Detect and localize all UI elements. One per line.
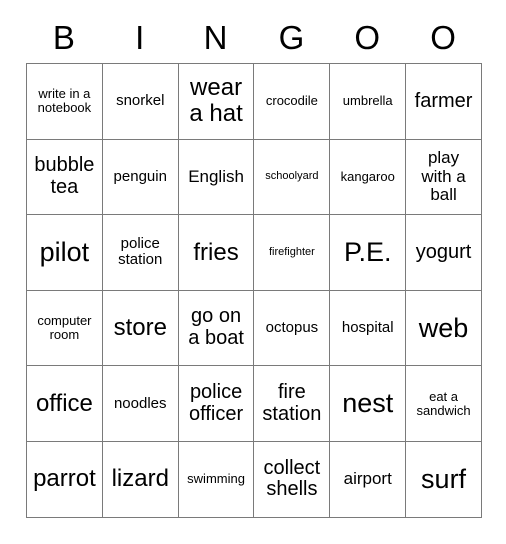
bingo-cell[interactable]: farmer <box>406 64 482 140</box>
bingo-header-letter-6: O <box>430 19 456 56</box>
bingo-cell[interactable]: web <box>406 290 482 367</box>
bingo-cell-label: yogurt <box>415 240 472 263</box>
bingo-cell[interactable]: collect shells <box>254 441 331 518</box>
bingo-cell-label: store <box>113 314 167 342</box>
bingo-cell-label: office <box>35 389 93 417</box>
bingo-cell[interactable]: store <box>102 290 179 367</box>
bingo-card: B I N G O O write in a notebook snorkel … <box>26 12 482 518</box>
bingo-cell[interactable]: penguin <box>102 139 179 216</box>
bingo-cell-label: computer room <box>37 313 92 343</box>
bingo-cell-label: bubble tea <box>34 154 95 198</box>
bingo-row: write in a notebook snorkel wear a hat c… <box>27 64 482 140</box>
bingo-cell[interactable]: noodles <box>102 366 179 442</box>
bingo-cell[interactable]: parrot <box>27 441 103 518</box>
bingo-row: pilot police station fries firefighter P… <box>27 215 482 291</box>
bingo-row: computer room store go on a boat octopus… <box>27 290 482 367</box>
bingo-cell-label: farmer <box>414 89 473 112</box>
bingo-cell[interactable]: snorkel <box>102 64 179 140</box>
bingo-cell-label: go on a boat <box>188 305 244 350</box>
bingo-cell-label: English <box>188 166 244 186</box>
bingo-cell-label: web <box>418 312 469 343</box>
bingo-header-letter-4: G <box>278 19 305 56</box>
bingo-header-row: B I N G O O <box>26 12 481 63</box>
bingo-cell[interactable]: police station <box>102 215 179 291</box>
bingo-cell[interactable]: go on a boat <box>178 290 255 367</box>
bingo-row: parrot lizard swimming collect shells ai… <box>27 441 482 518</box>
bingo-cell-label: write in a notebook <box>37 86 92 116</box>
bingo-cell[interactable]: kangaroo <box>330 139 407 216</box>
bingo-cell-label: eat a sandwich <box>416 388 471 418</box>
bingo-cell-label: lizard <box>111 465 169 493</box>
bingo-cell[interactable]: wear a hat <box>178 64 255 140</box>
bingo-cell[interactable]: crocodile <box>254 64 331 140</box>
bingo-cell-label: wear a hat <box>189 74 243 128</box>
bingo-cell[interactable]: surf <box>406 441 482 518</box>
bingo-cell[interactable]: play with a ball <box>406 139 482 216</box>
bingo-cell-label: fries <box>193 238 239 266</box>
bingo-cell[interactable]: police officer <box>178 366 255 442</box>
bingo-cell[interactable]: octopus <box>254 290 331 367</box>
bingo-cell-label: octopus <box>265 318 319 336</box>
bingo-cell[interactable]: hospital <box>330 290 407 367</box>
bingo-cell[interactable]: P.E. <box>330 215 407 291</box>
bingo-cell-label: schoolyard <box>265 169 319 182</box>
bingo-cell-label: pilot <box>39 236 90 267</box>
bingo-cell-label: airport <box>343 469 392 489</box>
bingo-cell-label: swimming <box>187 471 245 487</box>
bingo-cell[interactable]: lizard <box>102 441 179 518</box>
bingo-cell-label: kangaroo <box>340 168 395 184</box>
bingo-cell[interactable]: computer room <box>27 290 103 367</box>
bingo-header-letter-3: N <box>203 19 228 56</box>
bingo-cell-label: snorkel <box>116 92 165 110</box>
bingo-cell[interactable]: bubble tea <box>27 139 103 216</box>
bingo-cell[interactable]: yogurt <box>406 215 482 291</box>
bingo-cell[interactable]: write in a notebook <box>27 64 103 140</box>
bingo-cell[interactable]: airport <box>330 441 407 518</box>
bingo-header-letter-1: B <box>52 19 75 56</box>
bingo-cell[interactable]: umbrella <box>330 64 407 140</box>
bingo-row: bubble tea penguin English schoolyard ka… <box>27 139 482 216</box>
bingo-cell[interactable]: office <box>27 366 103 442</box>
bingo-cell-label: firefighter <box>268 245 315 258</box>
bingo-cell[interactable]: eat a sandwich <box>406 366 482 442</box>
bingo-cell-label: fire station <box>262 381 322 425</box>
bingo-row: office noodles police officer fire stati… <box>27 366 482 442</box>
bingo-cell-label: crocodile <box>265 93 318 109</box>
bingo-cell-label: police station <box>118 235 163 269</box>
bingo-header-letter-5: O <box>354 19 381 56</box>
bingo-cell-label: penguin <box>113 167 167 185</box>
bingo-cell[interactable]: nest <box>330 366 407 442</box>
bingo-cell-label: surf <box>421 463 467 494</box>
bingo-header-letter-2: I <box>135 19 145 56</box>
bingo-cell[interactable]: firefighter <box>254 215 331 291</box>
bingo-cell[interactable]: fire station <box>254 366 331 442</box>
bingo-cell-label: nest <box>342 388 394 419</box>
bingo-cell[interactable]: schoolyard <box>254 139 331 216</box>
bingo-grid: write in a notebook snorkel wear a hat c… <box>26 63 482 518</box>
bingo-cell-label: umbrella <box>342 93 393 109</box>
bingo-cell[interactable]: English <box>178 139 255 216</box>
bingo-cell-label: play with a ball <box>421 148 466 205</box>
bingo-cell-label: noodles <box>113 394 167 412</box>
bingo-cell[interactable]: fries <box>178 215 255 291</box>
bingo-cell-label: parrot <box>33 465 96 493</box>
bingo-cell[interactable]: swimming <box>178 441 255 518</box>
bingo-cell[interactable]: pilot <box>27 215 103 291</box>
bingo-cell-label: collect shells <box>263 456 321 501</box>
bingo-cell-label: police officer <box>189 381 244 425</box>
bingo-cell-label: P.E. <box>343 236 392 267</box>
bingo-cell-label: hospital <box>341 318 394 336</box>
